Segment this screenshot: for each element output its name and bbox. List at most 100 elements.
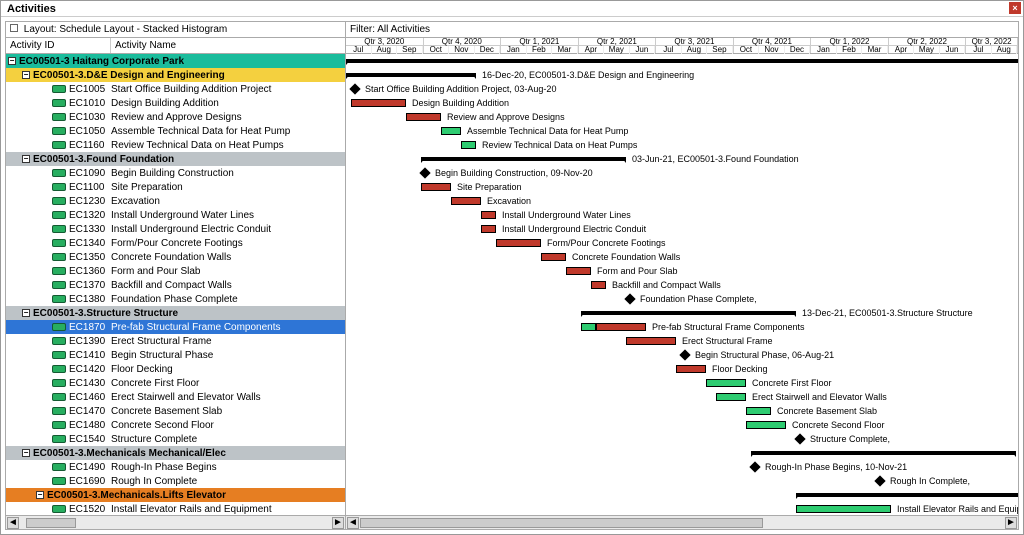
task-bar[interactable]	[451, 197, 481, 205]
collapse-icon[interactable]: −	[22, 155, 30, 163]
milestone[interactable]	[679, 349, 690, 360]
activity-row[interactable]: EC1005Start Office Building Addition Pro…	[6, 82, 345, 96]
activity-row[interactable]: EC1090Begin Building Construction	[6, 166, 345, 180]
task-bar[interactable]	[746, 407, 771, 415]
activities-view: Activities × Layout: Schedule Layout - S…	[0, 0, 1024, 535]
scroll-thumb[interactable]	[26, 518, 76, 528]
task-bar[interactable]	[566, 267, 591, 275]
activity-id: EC1430	[69, 378, 105, 389]
activity-id: EC1480	[69, 420, 105, 431]
activity-row[interactable]: EC1540Structure Complete	[6, 432, 345, 446]
summary-bar[interactable]	[796, 493, 1018, 497]
scroll-left-icon[interactable]: ◄	[7, 517, 19, 529]
task-bar[interactable]	[496, 239, 541, 247]
task-bar[interactable]	[481, 211, 496, 219]
activity-row[interactable]: EC1380Foundation Phase Complete	[6, 292, 345, 306]
activity-id: EC1005	[69, 84, 105, 95]
summary-bar[interactable]	[421, 157, 626, 161]
wbs-row[interactable]: −EC00501-3.Structure Structure	[6, 306, 345, 320]
activity-row[interactable]: EC1390Erect Structural Frame	[6, 334, 345, 348]
activity-row[interactable]: EC1870Pre-fab Structural Frame Component…	[6, 320, 345, 334]
left-hscroll[interactable]: ◄ ►	[6, 515, 345, 529]
task-bar[interactable]	[796, 505, 891, 513]
milestone[interactable]	[419, 167, 430, 178]
milestone[interactable]	[794, 433, 805, 444]
wbs-row[interactable]: −EC00501-3.D&E Design and Engineering	[6, 68, 345, 82]
activity-row[interactable]: EC1100Site Preparation	[6, 180, 345, 194]
activity-row[interactable]: EC1050Assemble Technical Data for Heat P…	[6, 124, 345, 138]
filter-header[interactable]: Filter: All Activities	[346, 22, 1018, 38]
activity-row[interactable]: EC1470Concrete Basement Slab	[6, 404, 345, 418]
scroll-thumb[interactable]	[360, 518, 763, 528]
scroll-right-icon[interactable]: ►	[332, 517, 344, 529]
layout-header[interactable]: Layout: Schedule Layout - Stacked Histog…	[6, 22, 345, 38]
gantt-body[interactable]: 03-Aug-16-Dec-20, EC00501-3.D&E Design a…	[346, 54, 1018, 515]
milestone[interactable]	[749, 461, 760, 472]
right-hscroll[interactable]: ◄ ►	[346, 515, 1018, 529]
scroll-left-icon[interactable]: ◄	[347, 517, 359, 529]
summary-bar[interactable]	[346, 73, 476, 77]
task-bar[interactable]	[441, 127, 461, 135]
activity-row[interactable]: EC1320Install Underground Water Lines	[6, 208, 345, 222]
wbs-row[interactable]: −EC00501-3.Mechanicals Mechanical/Elec	[6, 446, 345, 460]
col-activity-id[interactable]: Activity ID	[6, 38, 111, 53]
activity-row[interactable]: EC1690Rough In Complete	[6, 474, 345, 488]
activity-row[interactable]: EC1370Backfill and Compact Walls	[6, 278, 345, 292]
activity-row[interactable]: EC1430Concrete First Floor	[6, 376, 345, 390]
task-bar[interactable]	[421, 183, 451, 191]
activity-id: EC1420	[69, 364, 105, 375]
close-icon[interactable]: ×	[1009, 2, 1021, 14]
activity-tree[interactable]: −EC00501-3 Haitang Corporate Park−EC0050…	[6, 54, 345, 515]
wbs-row[interactable]: −EC00501-3.Mechanicals.Lifts Elevator	[6, 488, 345, 502]
activity-row[interactable]: EC1340Form/Pour Concrete Footings	[6, 236, 345, 250]
task-bar[interactable]	[716, 393, 746, 401]
activity-icon	[52, 253, 66, 261]
task-bar[interactable]	[626, 337, 676, 345]
task-bar[interactable]	[481, 225, 496, 233]
milestone[interactable]	[874, 475, 885, 486]
activity-row[interactable]: EC1520Install Elevator Rails and Equipme…	[6, 502, 345, 515]
summary-bar[interactable]	[581, 311, 796, 315]
milestone[interactable]	[349, 83, 360, 94]
activity-id: EC1030	[69, 112, 105, 123]
summary-bar[interactable]	[751, 451, 1016, 455]
collapse-icon[interactable]: −	[22, 309, 30, 317]
task-bar[interactable]	[596, 323, 646, 331]
activity-row[interactable]: EC1160Review Technical Data on Heat Pump…	[6, 138, 345, 152]
task-bar[interactable]	[706, 379, 746, 387]
activity-row[interactable]: EC1360Form and Pour Slab	[6, 264, 345, 278]
wbs-row[interactable]: −EC00501-3 Haitang Corporate Park	[6, 54, 345, 68]
activity-row[interactable]: EC1480Concrete Second Floor	[6, 418, 345, 432]
col-activity-name[interactable]: Activity Name	[111, 38, 345, 53]
activity-row[interactable]: EC1420Floor Decking	[6, 362, 345, 376]
activity-row[interactable]: EC1230Excavation	[6, 194, 345, 208]
activity-row[interactable]: EC1460Erect Stairwell and Elevator Walls	[6, 390, 345, 404]
task-bar[interactable]	[541, 253, 566, 261]
activity-icon	[52, 379, 66, 387]
milestone[interactable]	[624, 293, 635, 304]
task-bar[interactable]	[591, 281, 606, 289]
bar-label: Form/Pour Concrete Footings	[547, 237, 666, 249]
task-bar[interactable]	[746, 421, 786, 429]
task-bar[interactable]	[461, 141, 476, 149]
task-bar[interactable]	[406, 113, 441, 121]
scroll-right-icon[interactable]: ►	[1005, 517, 1017, 529]
activity-row[interactable]: EC1490Rough-In Phase Begins	[6, 460, 345, 474]
collapse-icon[interactable]: −	[8, 57, 16, 65]
gantt-row: Concrete Basement Slab	[346, 404, 1018, 418]
activity-row[interactable]: EC1410Begin Structural Phase	[6, 348, 345, 362]
collapse-icon[interactable]: −	[36, 491, 44, 499]
activity-row[interactable]: EC1010Design Building Addition	[6, 96, 345, 110]
task-bar[interactable]	[581, 323, 596, 331]
activity-row[interactable]: EC1330Install Underground Electric Condu…	[6, 222, 345, 236]
activity-row[interactable]: EC1030Review and Approve Designs	[6, 110, 345, 124]
collapse-icon[interactable]: −	[22, 71, 30, 79]
activity-row[interactable]: EC1350Concrete Foundation Walls	[6, 250, 345, 264]
task-bar[interactable]	[676, 365, 706, 373]
summary-bar[interactable]	[346, 59, 1018, 63]
task-bar[interactable]	[351, 99, 406, 107]
wbs-row[interactable]: −EC00501-3.Found Foundation	[6, 152, 345, 166]
collapse-icon[interactable]: −	[22, 449, 30, 457]
content: Layout: Schedule Layout - Stacked Histog…	[1, 17, 1023, 534]
activity-icon	[52, 421, 66, 429]
